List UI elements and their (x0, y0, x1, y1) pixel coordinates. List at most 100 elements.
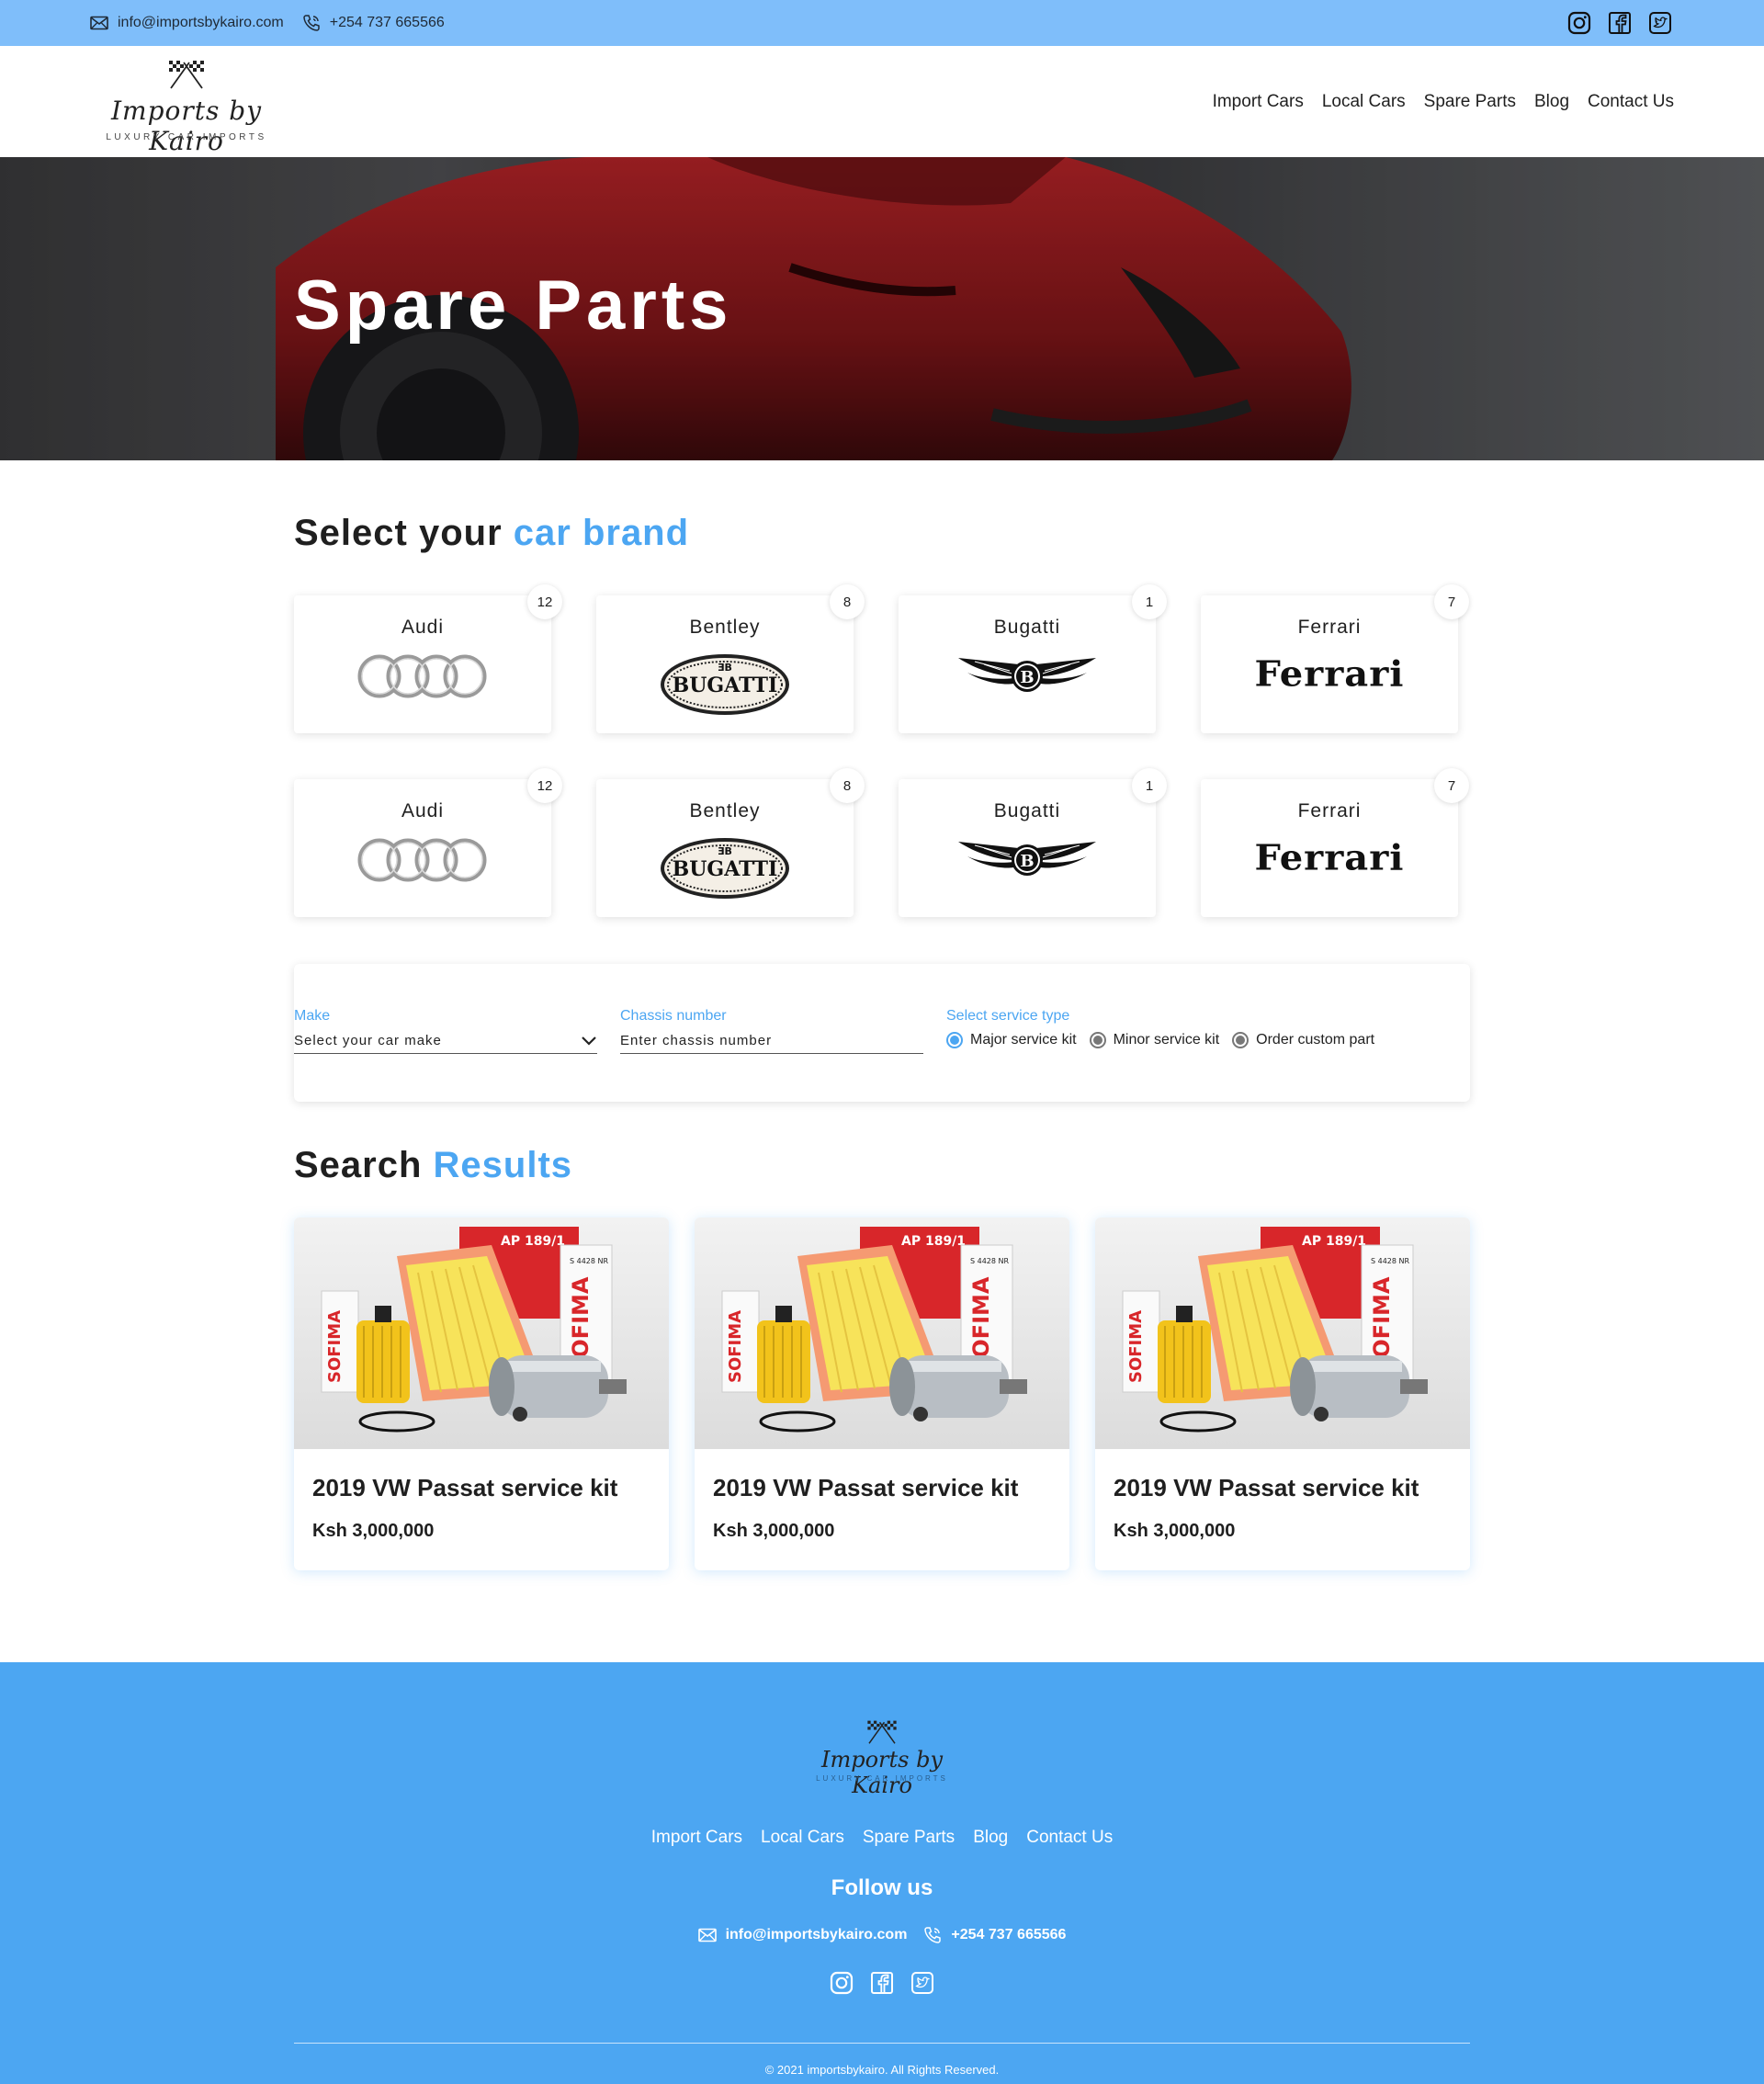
product-image: AP 189/1 SOFIMA S 4428 NR SOFIMA (695, 1218, 1069, 1449)
footer-email-text: info@importsbykairo.com (725, 1927, 908, 1942)
brand-count-badge: 1 (1132, 768, 1167, 803)
radio-minor-service-kit[interactable]: Minor service kit (1089, 1032, 1219, 1048)
checkered-flags-icon (861, 1719, 903, 1750)
top-contact-bar: info@importsbykairo.com +254 737 665566 (0, 0, 1764, 46)
footer-socials (0, 1971, 1764, 1995)
brand-card-bentley[interactable]: Bentley BUGATTI ƎB 8 (596, 768, 865, 917)
mail-icon (90, 16, 108, 30)
radio-major-service-kit[interactable]: Major service kit (946, 1032, 1077, 1048)
brand-card-ferrari[interactable]: Ferrari Ferrari 7 (1201, 768, 1469, 917)
brand-name: Ferrari (1297, 617, 1362, 638)
product-price: Ksh 3,000,000 (713, 1521, 835, 1541)
twitter-icon[interactable] (910, 1971, 934, 1995)
facebook-icon[interactable] (870, 1971, 894, 1995)
footer-divider (294, 2043, 1470, 2044)
chassis-input[interactable]: Enter chassis number (620, 1028, 923, 1054)
nav-import-cars[interactable]: Import Cars (1213, 92, 1304, 112)
ferrari-wordmark: Ferrari (1254, 837, 1405, 878)
brand-name: Bugatti (993, 800, 1061, 821)
logo-tagline: LUXURY CAR IMPORTS (106, 132, 267, 142)
nav-contact-us[interactable]: Contact Us (1588, 92, 1674, 112)
top-contact: info@importsbykairo.com +254 737 665566 (90, 0, 445, 46)
svg-text:B: B (1020, 668, 1034, 687)
instagram-icon[interactable] (830, 1971, 854, 1995)
svg-text:AP 189/1: AP 189/1 (1302, 1234, 1366, 1249)
brand-count-badge: 8 (830, 584, 865, 619)
footer-nav-contact-us[interactable]: Contact Us (1026, 1828, 1113, 1848)
chassis-placeholder: Enter chassis number (620, 1033, 773, 1048)
top-phone-text: +254 737 665566 (329, 15, 445, 30)
nav-local-cars[interactable]: Local Cars (1322, 92, 1406, 112)
brand-card-audi[interactable]: Audi 12 (294, 584, 562, 733)
svg-text:SOFIMA: SOFIMA (1126, 1310, 1146, 1383)
svg-text:BUGATTI: BUGATTI (673, 674, 778, 697)
radio-order-custom-part[interactable]: Order custom part (1232, 1032, 1374, 1048)
radio-button[interactable] (1089, 1032, 1106, 1048)
main-nav: Import Cars Local Cars Spare Parts Blog … (1213, 46, 1674, 157)
instagram-icon[interactable] (1567, 11, 1591, 35)
bentley-wings-icon: B (899, 836, 1156, 878)
copyright: © 2021 importsbykairo. All Rights Reserv… (764, 2063, 1000, 2077)
results-title: Search Results (294, 1145, 573, 1185)
bentley-wings-icon: B (899, 652, 1156, 695)
svg-text:S 4428 NR: S 4428 NR (1371, 1257, 1410, 1265)
top-email-text: info@importsbykairo.com (118, 15, 284, 30)
brand-name: Audi (401, 800, 445, 821)
site-logo[interactable]: Imports by Kairo LUXURY CAR IMPORTS (90, 59, 283, 156)
brand-count-badge: 12 (527, 584, 562, 619)
service-type-label: Select service type (946, 1008, 1070, 1024)
product-title: 2019 VW Passat service kit (312, 1474, 618, 1501)
brand-card-ferrari[interactable]: Ferrari Ferrari 7 (1201, 584, 1469, 733)
hero-banner: Spare Parts (0, 157, 1764, 460)
product-title: 2019 VW Passat service kit (1114, 1474, 1419, 1501)
site-footer: Imports by Kairo LUXURY CAR IMPORTS Impo… (0, 1662, 1764, 2084)
chevron-down-icon (581, 1036, 597, 1047)
bugatti-badge-icon: BUGATTI ƎB (596, 652, 854, 717)
make-label: Make (294, 1008, 331, 1024)
footer-nav-local-cars[interactable]: Local Cars (761, 1828, 844, 1848)
result-card[interactable]: AP 189/1 SOFIMA S 4428 NR SOFIMA 2019 VW… (1095, 1218, 1470, 1570)
footer-nav-import-cars[interactable]: Import Cars (651, 1828, 742, 1848)
product-price: Ksh 3,000,000 (312, 1521, 435, 1541)
footer-nav-blog[interactable]: Blog (973, 1828, 1008, 1848)
result-card[interactable]: AP 189/1 SOFIMA S 4428 NR SOFIMA 2019 VW… (294, 1218, 669, 1570)
checkered-flags-icon (162, 59, 211, 95)
make-select-value: Select your car make (294, 1033, 442, 1048)
twitter-icon[interactable] (1648, 11, 1672, 35)
footer-email[interactable]: info@importsbykairo.com (697, 1926, 908, 1944)
brand-card-bugatti[interactable]: Bugatti B 1 (899, 584, 1167, 733)
footer-phone[interactable]: +254 737 665566 (923, 1926, 1066, 1944)
svg-text:S 4428 NR: S 4428 NR (970, 1257, 1010, 1265)
brand-card-audi[interactable]: Audi 12 (294, 768, 562, 917)
mail-icon (697, 1928, 717, 1942)
nav-blog[interactable]: Blog (1534, 92, 1569, 112)
logo-text: Imports by Kairo (110, 96, 263, 156)
brand-name: Ferrari (1297, 800, 1362, 821)
footer-nav: Import Cars Local Cars Spare Parts Blog … (0, 1828, 1764, 1848)
svg-text:SOFIMA: SOFIMA (726, 1310, 745, 1383)
top-phone[interactable]: +254 737 665566 (302, 14, 445, 32)
footer-phone-text: +254 737 665566 (951, 1927, 1067, 1942)
svg-text:ƎB: ƎB (718, 845, 732, 857)
chassis-field: Chassis number Enter chassis number (620, 1008, 923, 1054)
top-email[interactable]: info@importsbykairo.com (90, 15, 284, 31)
site-header: Imports by Kairo LUXURY CAR IMPORTS Impo… (0, 46, 1764, 157)
radio-button[interactable] (946, 1032, 963, 1048)
svg-text:AP 189/1: AP 189/1 (501, 1234, 565, 1249)
bugatti-badge-icon: BUGATTI ƎB (596, 836, 854, 900)
footer-nav-spare-parts[interactable]: Spare Parts (863, 1828, 955, 1848)
service-type-radios: Major service kit Minor service kit Orde… (946, 1032, 1461, 1048)
footer-logo[interactable]: Imports by Kairo LUXURY CAR IMPORTS (804, 1719, 960, 1798)
nav-spare-parts[interactable]: Spare Parts (1424, 92, 1516, 112)
facebook-icon[interactable] (1608, 11, 1632, 35)
brand-name: Bentley (689, 617, 761, 638)
make-select[interactable]: Select your car make (294, 1028, 597, 1054)
result-card[interactable]: AP 189/1 SOFIMA S 4428 NR SOFIMA 2019 VW… (695, 1218, 1069, 1570)
footer-contact: info@importsbykairo.com +254 737 665566 (0, 1926, 1764, 1944)
brand-card-bentley[interactable]: Bentley BUGATTI ƎB 8 (596, 584, 865, 733)
radio-button[interactable] (1232, 1032, 1250, 1048)
brand-card-bugatti[interactable]: Bugatti B 1 (899, 768, 1167, 917)
top-socials (1567, 0, 1672, 46)
product-price: Ksh 3,000,000 (1114, 1521, 1236, 1541)
audi-rings-icon (294, 652, 551, 700)
